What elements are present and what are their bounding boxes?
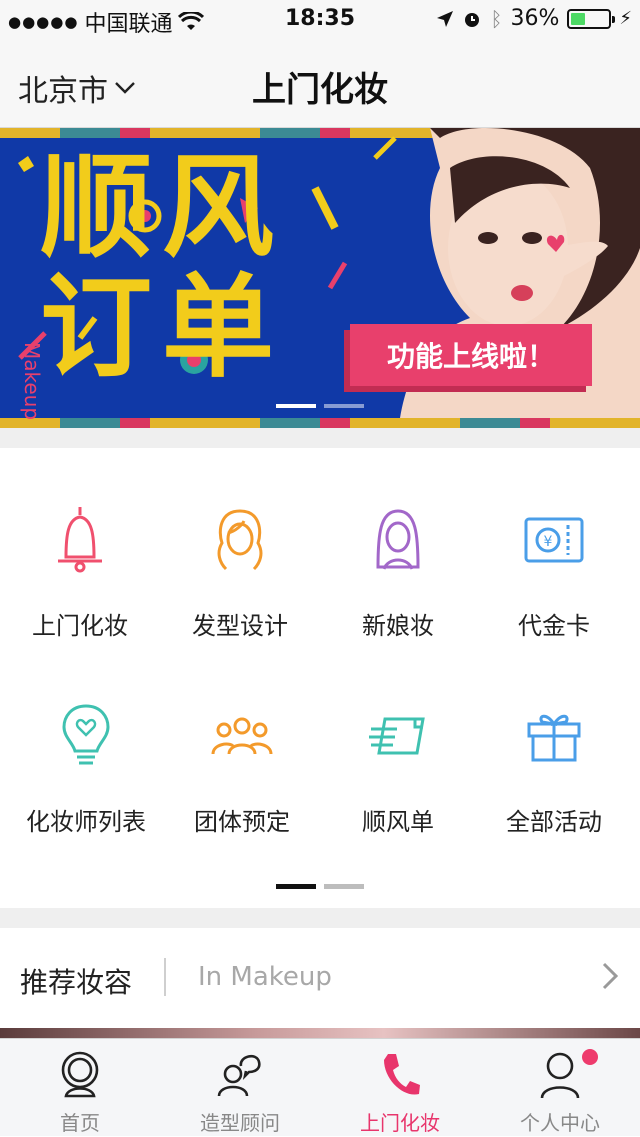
tab-label: 个人中心 [520,1111,600,1135]
hair-icon [200,500,280,580]
service-shunfeng-order[interactable]: 顺风单 [318,696,478,837]
status-bar: ●●●●● 中国联通 18:35 ᛒ 36% ⚡ [0,0,640,40]
nav-bar: 北京市 上门化妆 [0,40,640,128]
tab-bar: 首页 造型顾问 上门化妆 个人中心 [0,1038,640,1136]
tab-home[interactable]: 首页 [0,1039,160,1137]
alarm-icon [465,12,480,27]
service-grid: 上门化妆 发型设计 新娘妆 ¥ 代金卡 化妆师列表 团体预定 顺风单 全部活动 [0,448,640,908]
page-title: 上门化妆 [252,70,388,110]
notification-badge [582,1049,598,1065]
banner-tag: 功能上线啦！ [350,324,592,386]
grid-pager-dot[interactable] [324,884,364,889]
section-divider [0,428,640,448]
phone-icon [372,1047,428,1103]
chevron-right-icon [602,962,618,990]
service-hair-design[interactable]: 发型设计 [160,500,320,641]
tab-home-makeup[interactable]: 上门化妆 [320,1039,480,1137]
recommend-subtitle: In Makeup [198,962,332,992]
gift-icon [514,696,594,776]
service-voucher-card[interactable]: ¥ 代金卡 [474,500,634,641]
tab-label: 上门化妆 [360,1111,440,1135]
recommend-header[interactable]: 推荐妆容 In Makeup [0,928,640,1028]
mirror-icon [52,1047,108,1103]
service-bride-makeup[interactable]: 新娘妆 [318,500,478,641]
grid-pager-dot-active[interactable] [276,884,316,889]
service-all-events[interactable]: 全部活动 [474,696,634,837]
document-icon [358,696,438,776]
tab-label: 首页 [60,1111,100,1135]
tab-label: 造型顾问 [200,1111,280,1135]
banner-pager-dot-active[interactable] [276,404,316,408]
service-group-booking[interactable]: 团体预定 [162,696,322,837]
bluetooth-icon: ᛒ [490,6,503,31]
service-label: 团体预定 [194,808,290,836]
group-icon [202,696,282,776]
service-label: 发型设计 [192,612,288,640]
tab-consultant[interactable]: 造型顾问 [160,1039,320,1137]
banner-pager-dot[interactable] [324,404,364,408]
consultant-icon [212,1047,268,1103]
divider [164,958,166,996]
location-arrow-icon [437,10,454,27]
banner-side-text: Makeup [20,342,44,421]
recommend-image-peek [0,1028,640,1038]
service-label: 顺风单 [362,808,434,836]
lightbulb-heart-icon [46,696,126,776]
battery-percent: 36% [510,6,560,31]
bell-icon [40,500,120,580]
service-label: 上门化妆 [32,612,128,640]
service-label: 代金卡 [518,612,590,640]
recommend-title: 推荐妆容 [20,966,133,999]
tab-profile[interactable]: 个人中心 [480,1039,640,1137]
battery-icon [567,8,616,29]
service-home-makeup[interactable]: 上门化妆 [0,500,160,641]
voucher-icon: ¥ [514,500,594,580]
banner-headline: 顺风订单 [40,143,284,393]
person-icon [532,1047,588,1103]
service-artist-list[interactable]: 化妆师列表 [6,696,166,837]
service-label: 化妆师列表 [26,808,146,836]
banner-tag-label: 功能上线啦！ [386,340,555,373]
promo-banner[interactable]: 顺风订单 Makeup 功能上线啦！ [0,128,640,428]
service-label: 新娘妆 [362,612,434,640]
svg-text:¥: ¥ [544,534,553,550]
bride-icon [358,500,438,580]
section-divider [0,908,640,928]
charging-icon: ⚡ [619,8,632,29]
service-label: 全部活动 [506,808,602,836]
